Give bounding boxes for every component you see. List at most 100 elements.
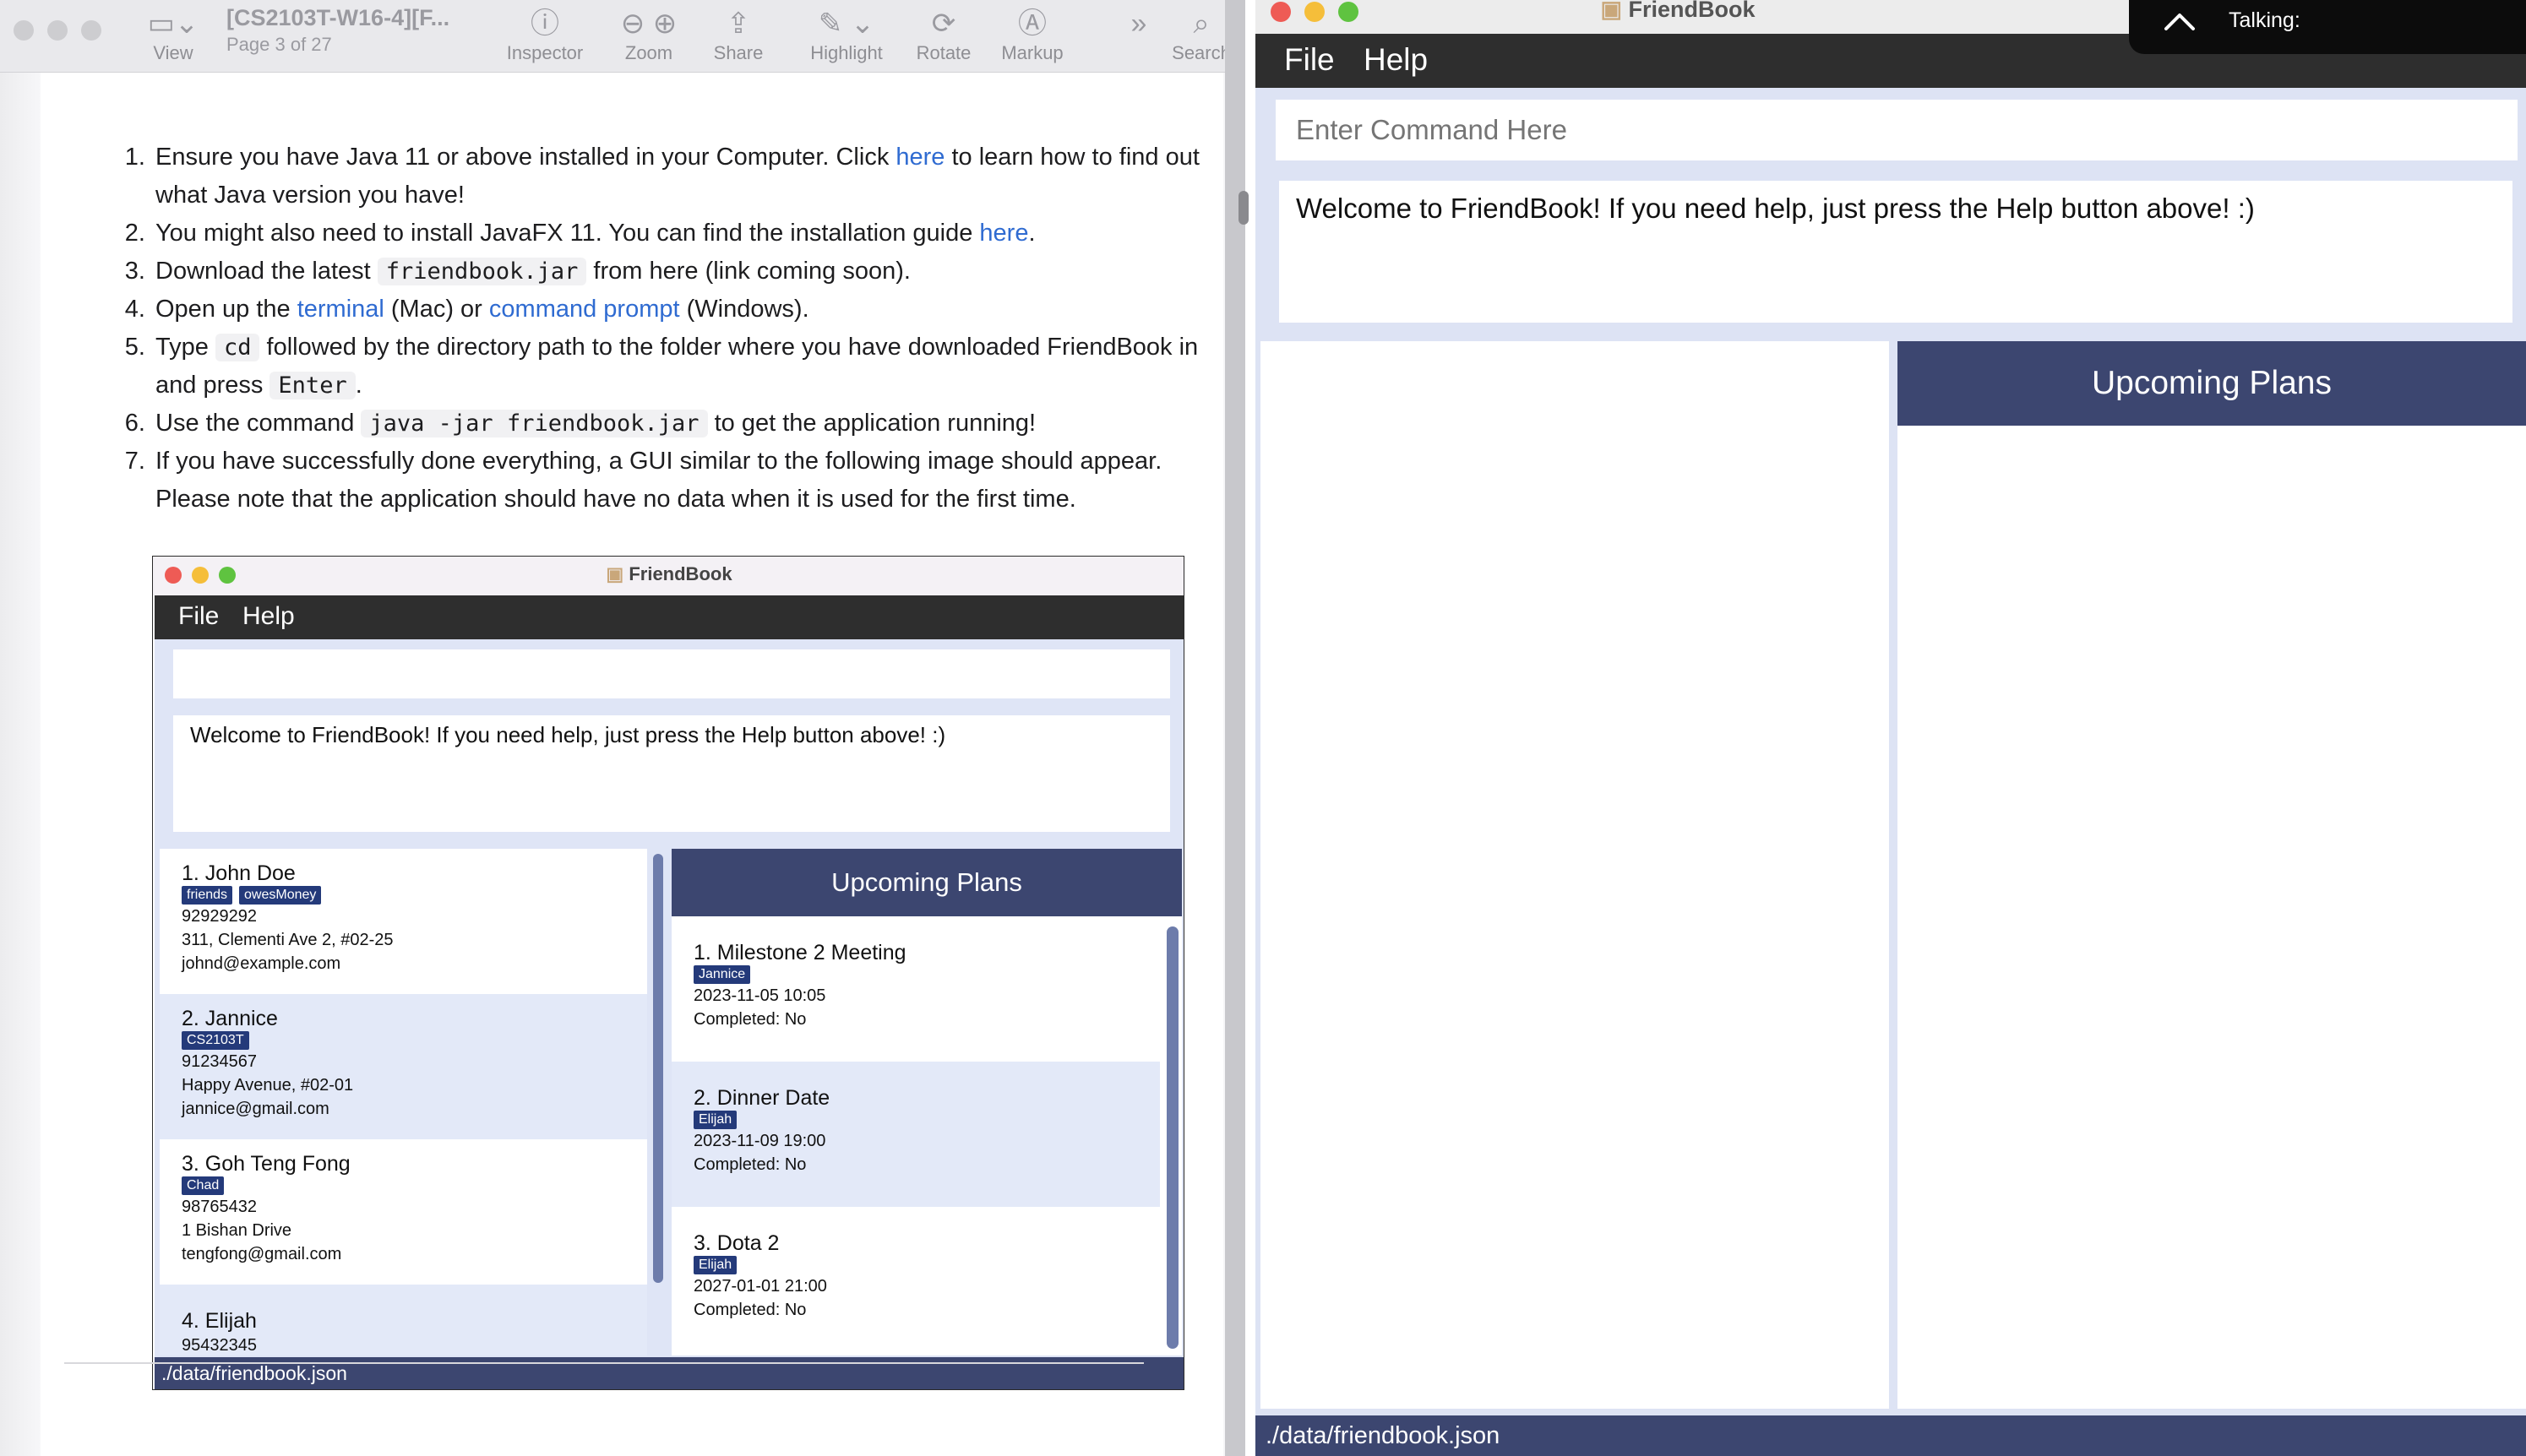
- document-title: [CS2103T-W16-4][F...: [226, 5, 450, 30]
- plan-status: Completed: No: [694, 1301, 807, 1319]
- inline-code: java -jar friendbook.jar: [361, 410, 708, 437]
- person-phone: 92929292: [182, 907, 257, 926]
- javafx-guide-link[interactable]: here: [979, 220, 1028, 247]
- person-card: 2. Jannice CS2103T 91234567 Happy Avenue…: [160, 994, 647, 1139]
- setup-steps-list: Ensure you have Java 11 or above install…: [112, 139, 1242, 519]
- screenshot-result-text: Welcome to FriendBook! If you need help,…: [190, 722, 946, 747]
- talking-label: Talking:: [2229, 8, 2300, 32]
- app-body: Welcome to FriendBook! If you need help,…: [1255, 88, 2526, 1415]
- step-3: Download the latest friendbook.jar from …: [152, 253, 1242, 291]
- person-name: 3. Goh Teng Fong: [182, 1152, 351, 1176]
- zoom-button[interactable]: ⊖ ⊕ Zoom: [607, 5, 691, 64]
- step-text: Type: [155, 334, 215, 361]
- markup-label: Markup: [1001, 42, 1064, 63]
- step-text: Download the latest: [155, 258, 378, 285]
- highlight-label: Highlight: [810, 42, 883, 63]
- scrollbar-thumb[interactable]: [1239, 191, 1249, 225]
- person-card: 4. Elijah 95432345: [160, 1285, 647, 1355]
- app-icon: ▣: [606, 563, 629, 584]
- friendbook-window: ▣ FriendBook File Help Welcome to Friend…: [1255, 0, 2526, 1456]
- inspector-button[interactable]: ⓘ Inspector: [498, 5, 591, 64]
- preview-toolbar: ▭⌄ View [CS2103T-W16-4][F... Page 3 of 2…: [0, 0, 1245, 73]
- step-text: You might also need to install JavaFX 11…: [155, 220, 980, 247]
- more-toolbar-button[interactable]: »: [1113, 5, 1164, 42]
- plan-status: Completed: No: [694, 1155, 807, 1174]
- close-window-button[interactable]: [14, 20, 34, 41]
- plan-card: 1. Milestone 2 Meeting Jannice 2023-11-0…: [672, 916, 1160, 1062]
- screenshot-status-text: ./data/friendbook.json: [161, 1362, 347, 1384]
- step-text: .: [355, 372, 362, 399]
- plan-list-panel[interactable]: Upcoming Plans: [1897, 341, 2526, 1409]
- highlight-button[interactable]: ✎ ⌄ Highlight: [799, 5, 894, 64]
- screenshot-result-box: Welcome to FriendBook! If you need help,…: [173, 715, 1170, 832]
- plan-datetime: 2027-01-01 21:00: [694, 1277, 827, 1296]
- step-4: Open up the terminal (Mac) or command pr…: [152, 291, 1242, 329]
- screenshot-plan-scrollbar: [1167, 926, 1179, 1349]
- info-icon: ⓘ: [531, 8, 559, 40]
- step-text: to get the application running!: [707, 410, 1037, 437]
- inline-code: Enter: [269, 372, 356, 399]
- screenshot-body: Welcome to FriendBook! If you need help,…: [155, 639, 1184, 1389]
- step-text: (Mac) or: [384, 296, 489, 323]
- screenshot-titlebar: ▣ FriendBook: [153, 557, 1184, 595]
- step-text: Use the command: [155, 410, 362, 437]
- rotate-button[interactable]: ⟳ Rotate: [906, 5, 982, 64]
- view-button[interactable]: ▭⌄ View: [145, 5, 201, 64]
- inline-code: friendbook.jar: [377, 258, 587, 285]
- status-bar: ./data/friendbook.json: [1255, 1415, 2526, 1456]
- step-text: (Windows).: [679, 296, 809, 323]
- person-address: 1 Bishan Drive: [182, 1221, 292, 1240]
- status-file-path: ./data/friendbook.json: [1266, 1422, 1500, 1449]
- zoom-window-button[interactable]: [81, 20, 101, 41]
- person-address: 311, Clementi Ave 2, #02-25: [182, 931, 394, 949]
- plan-status: Completed: No: [694, 1010, 807, 1029]
- step-7: If you have successfully done everything…: [152, 443, 1242, 519]
- plan-name: 2. Dinner Date: [694, 1086, 830, 1110]
- menu-file[interactable]: File: [1284, 42, 1335, 78]
- zoom-label: Zoom: [624, 42, 673, 63]
- inline-code: cd: [215, 334, 260, 361]
- document-margin: [0, 73, 41, 1456]
- result-text: Welcome to FriendBook! If you need help,…: [1296, 193, 2255, 224]
- person-email: johnd@example.com: [182, 954, 341, 973]
- tag-badge: Elijah: [694, 1111, 738, 1129]
- person-email: jannice@gmail.com: [182, 1100, 329, 1118]
- sidebar-icon: ▭⌄: [147, 8, 199, 40]
- menu-help[interactable]: Help: [1364, 42, 1428, 78]
- talking-overlay: Talking:: [2129, 0, 2526, 54]
- chevron-up-icon[interactable]: [2163, 5, 2197, 39]
- command-prompt-link[interactable]: command prompt: [489, 296, 680, 323]
- step-text: If you have successfully done everything…: [155, 448, 1162, 513]
- step-text: Ensure you have Java 11 or above install…: [155, 144, 896, 171]
- page-indicator: Page 3 of 27: [226, 34, 332, 55]
- screenshot-command-box: [173, 649, 1170, 698]
- person-phone: 95432345: [182, 1336, 257, 1355]
- person-list-panel[interactable]: [1260, 341, 1889, 1409]
- step-1: Ensure you have Java 11 or above install…: [152, 139, 1242, 215]
- command-input[interactable]: [1276, 100, 2518, 160]
- screenshot-window-title: ▣ FriendBook: [153, 563, 1184, 585]
- minimize-window-button[interactable]: [47, 20, 68, 41]
- share-button[interactable]: ⇪ Share: [703, 5, 774, 64]
- screenshot-menu-help: Help: [242, 602, 295, 630]
- result-display[interactable]: Welcome to FriendBook! If you need help,…: [1279, 181, 2512, 323]
- step-text: Open up the: [155, 296, 297, 323]
- rotate-label: Rotate: [916, 42, 972, 63]
- terminal-link[interactable]: terminal: [297, 296, 384, 323]
- screenshot-menu-file: File: [178, 602, 220, 630]
- person-name: 4. Elijah: [182, 1309, 257, 1333]
- java-version-link[interactable]: here: [896, 144, 945, 171]
- person-card: 1. John Doe friends owesMoney 92929292 31…: [160, 849, 647, 994]
- person-name: 2. Jannice: [182, 1007, 278, 1030]
- plan-card: 3. Dota 2 Elijah 2027-01-01 21:00 Comple…: [672, 1207, 1160, 1352]
- rotate-icon: ⟳: [931, 8, 956, 40]
- tag-badge: Elijah: [694, 1256, 738, 1274]
- document-page: Ensure you have Java 11 or above install…: [41, 73, 1223, 1456]
- inspector-label: Inspector: [506, 42, 584, 63]
- person-name: 1. John Doe: [182, 861, 296, 885]
- person-phone: 91234567: [182, 1052, 257, 1071]
- markup-button[interactable]: Ⓐ Markup: [990, 5, 1075, 64]
- plan-datetime: 2023-11-09 19:00: [694, 1132, 826, 1150]
- app-icon: ▣: [1600, 0, 1629, 22]
- zoom-icon: ⊖ ⊕: [620, 8, 678, 40]
